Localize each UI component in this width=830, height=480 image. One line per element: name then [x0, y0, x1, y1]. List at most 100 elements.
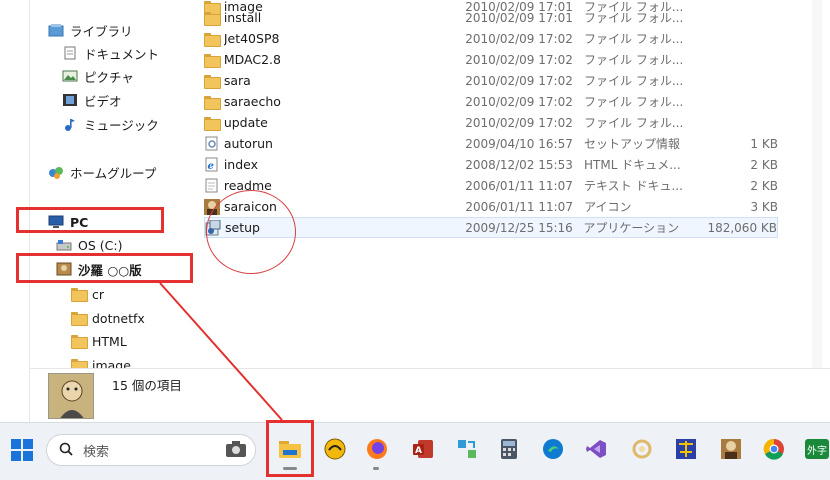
library-icon — [48, 23, 64, 37]
access-icon[interactable]: A — [411, 437, 435, 461]
videos-icon — [62, 93, 78, 107]
pictures-icon — [62, 69, 78, 83]
file-row-index[interactable]: e index 2008/12/02 15:53 HTML ドキュメ... 2 … — [204, 154, 778, 175]
start-windows-icon[interactable] — [10, 438, 34, 462]
nav-label: ホームグループ — [70, 165, 157, 181]
file-size: 182,060 KB — [707, 220, 777, 235]
navigation-pane: ライブラリ ドキュメント ピクチャ ビデオ ミュージック ホームグループ PC … — [30, 0, 188, 368]
setup-info-icon — [204, 136, 220, 152]
file-date: 2009/12/25 15:16 — [465, 220, 573, 235]
homegroup-icon — [48, 165, 64, 179]
file-row-autorun[interactable]: autorun 2009/04/10 16:57 セットアップ情報 1 KB — [204, 133, 778, 154]
nav-label: ドキュメント — [84, 46, 160, 62]
folder-icon — [204, 94, 222, 110]
file-type: ファイル フォル... — [584, 74, 684, 88]
file-size: 2 KB — [750, 178, 778, 193]
search-icon — [59, 442, 73, 459]
nav-label: ビデオ — [84, 93, 122, 109]
running-app-indicator — [373, 467, 379, 470]
file-row-jet40sp8[interactable]: Jet40SP8 2010/02/09 17:02 ファイル フォル... — [204, 28, 778, 49]
html-doc-icon: e — [204, 157, 220, 173]
file-type: アプリケーション — [583, 221, 680, 235]
nav-label: image — [92, 357, 131, 369]
file-type: ファイル フォル... — [584, 116, 684, 130]
ring-app-icon[interactable] — [630, 437, 654, 461]
calculator-icon[interactable] — [497, 437, 521, 461]
file-row-readme[interactable]: readme 2006/01/11 11:07 テキスト ドキュ... 2 KB — [204, 175, 778, 196]
nav-label: HTML — [92, 333, 127, 349]
text-doc-icon — [204, 178, 220, 194]
gaishi-app-label: 外字 — [805, 439, 829, 459]
nav-item-folder-cr[interactable]: cr — [70, 284, 104, 304]
file-type: ファイル フォル... — [584, 32, 684, 46]
file-type: テキスト ドキュ... — [584, 179, 683, 193]
file-date: 2010/02/09 17:02 — [465, 31, 573, 46]
documents-icon — [62, 46, 78, 60]
file-list: image 2010/02/09 17:01 ファイル フォル... insta… — [200, 0, 800, 368]
folder-icon — [70, 334, 88, 349]
edge-icon[interactable] — [541, 437, 565, 461]
nav-label: ピクチャ — [84, 69, 134, 85]
file-date: 2006/01/11 11:07 — [465, 199, 573, 214]
file-type: HTML ドキュメ... — [584, 158, 681, 172]
folder-icon — [204, 10, 222, 26]
music-icon — [62, 117, 78, 131]
nav-item-folder-html[interactable]: HTML — [70, 331, 127, 351]
file-type: ファイル フォル... — [584, 53, 684, 67]
details-pane: 15 個の項目 — [30, 368, 830, 422]
nav-item-folder-image[interactable]: image — [70, 355, 131, 368]
nav-item-folder-dotnetfx[interactable]: dotnetfx — [70, 308, 145, 328]
nav-label: ミュージック — [84, 117, 159, 133]
file-name: MDAC2.8 — [223, 52, 281, 67]
file-type: ファイル フォル... — [584, 11, 684, 25]
camera-app-icon[interactable] — [224, 437, 248, 461]
svg-text:A: A — [415, 446, 422, 456]
file-size: 3 KB — [750, 199, 779, 214]
file-date: 2006/01/11 11:07 — [465, 178, 573, 193]
nav-label: ライブラリ — [70, 23, 133, 39]
chrome-icon[interactable] — [762, 437, 786, 461]
annotation-box-pc — [16, 207, 164, 233]
nav-label: OS (C:) — [78, 237, 123, 253]
sara-app-icon[interactable] — [719, 437, 743, 461]
search-placeholder: 検索 — [83, 444, 110, 460]
file-list-scrollbar[interactable] — [812, 0, 822, 368]
file-type: セットアップ情報 — [584, 137, 681, 151]
file-date: 2008/12/02 15:53 — [465, 157, 573, 172]
item-count: 15 個の項目 — [112, 378, 182, 393]
file-name: install — [223, 10, 262, 25]
file-name: index — [223, 157, 259, 172]
gaishi-app-icon[interactable]: 外字 — [804, 437, 830, 461]
file-size: 1 KB — [750, 136, 778, 151]
file-name: autorun — [223, 136, 273, 151]
nav-item-library[interactable]: ライブラリ — [48, 20, 133, 40]
file-name: sara — [223, 73, 251, 88]
file-date: 2010/02/09 17:02 — [465, 52, 573, 67]
winamp-icon[interactable] — [323, 437, 347, 461]
file-row-install[interactable]: install 2010/02/09 17:01 ファイル フォル... — [204, 7, 778, 28]
folder-icon — [204, 31, 222, 47]
folder-icon — [204, 115, 222, 131]
file-name: Jet40SP8 — [223, 31, 280, 46]
folder-icon — [70, 358, 88, 368]
firefox-icon[interactable] — [365, 437, 389, 461]
visual-studio-icon[interactable] — [584, 437, 608, 461]
file-type: アイコン — [584, 200, 632, 214]
file-row-saraecho[interactable]: saraecho 2010/02/09 17:02 ファイル フォル... — [204, 91, 778, 112]
annotation-box-sara-drive — [16, 253, 193, 283]
file-date: 2010/02/09 17:02 — [465, 94, 573, 109]
nav-item-pictures[interactable]: ピクチャ — [62, 66, 134, 86]
nav-item-os-drive[interactable]: OS (C:) — [56, 235, 122, 255]
game-app-icon[interactable] — [674, 437, 698, 461]
nav-item-music[interactable]: ミュージック — [62, 114, 159, 134]
file-row-mdac[interactable]: MDAC2.8 2010/02/09 17:02 ファイル フォル... — [204, 49, 778, 70]
nav-item-videos[interactable]: ビデオ — [62, 90, 122, 110]
file-date: 2009/04/10 16:57 — [465, 136, 573, 151]
nav-item-documents[interactable]: ドキュメント — [62, 43, 159, 63]
file-date: 2010/02/09 17:02 — [465, 115, 573, 130]
file-row-update[interactable]: update 2010/02/09 17:02 ファイル フォル... — [204, 112, 778, 133]
file-name: saraecho — [223, 94, 281, 109]
nav-item-homegroup[interactable]: ホームグループ — [48, 162, 156, 182]
file-row-sara[interactable]: sara 2010/02/09 17:02 ファイル フォル... — [204, 70, 778, 91]
shortcut-tool-icon[interactable] — [455, 437, 479, 461]
